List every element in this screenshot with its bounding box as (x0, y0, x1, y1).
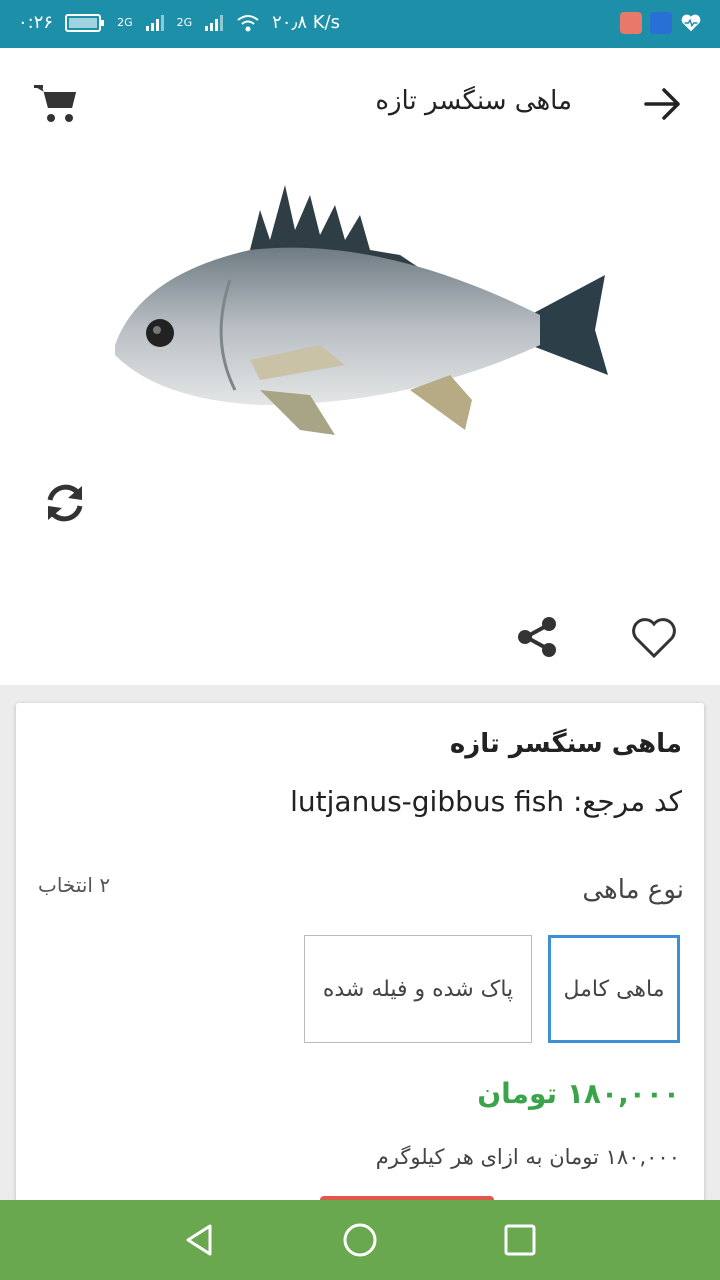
page-title: ماهی سنگسر تازه (375, 86, 572, 116)
product-details-card: ماهی سنگسر تازه کد مرجع: lutjanus-gibbus… (16, 703, 704, 1203)
status-bar: ۰:۲۶ 2G 2G ۲۰٫۸ K/s (0, 0, 720, 48)
product-name: ماهی سنگسر تازه (449, 729, 682, 759)
battery-icon (65, 13, 105, 32)
recents-square-icon[interactable] (500, 1220, 540, 1260)
wifi-icon (237, 14, 259, 31)
option-whole-fish[interactable]: ماهی کامل (548, 935, 680, 1043)
cart-icon[interactable] (32, 82, 80, 126)
system-nav-bar (0, 1200, 720, 1280)
product-gallery (0, 160, 720, 685)
signal-label-1: 2G (117, 16, 133, 29)
clock: ۰:۲۶ (18, 12, 54, 33)
notification-icon (620, 12, 642, 34)
home-circle-icon[interactable] (340, 1220, 380, 1260)
option-count: ۲ انتخاب (38, 873, 111, 897)
share-icon[interactable] (516, 616, 558, 658)
signal-icon-2 (205, 14, 224, 31)
health-heart-icon (681, 14, 701, 32)
product-image[interactable] (110, 180, 610, 440)
heart-icon[interactable] (630, 616, 678, 660)
refresh-icon[interactable] (40, 478, 90, 528)
reference-code: کد مرجع: lutjanus-gibbus fish (290, 785, 682, 818)
signal-label-2: 2G (176, 16, 193, 29)
option-cleaned-filleted[interactable]: پاک شده و فیله شده (304, 935, 532, 1043)
unit-price-note: ۱۸۰,۰۰۰ تومان به ازای هر کیلوگرم (375, 1145, 680, 1169)
signal-icon (145, 14, 164, 31)
price: ۱۸۰,۰۰۰ تومان (477, 1077, 680, 1110)
back-arrow-icon[interactable] (640, 82, 684, 126)
shield-icon (650, 12, 672, 34)
option-group-label: نوع ماهی (582, 875, 684, 905)
back-triangle-icon[interactable] (180, 1220, 220, 1260)
network-speed: ۲۰٫۸ K/s (272, 12, 340, 33)
app-bar: ماهی سنگسر تازه (0, 48, 720, 160)
